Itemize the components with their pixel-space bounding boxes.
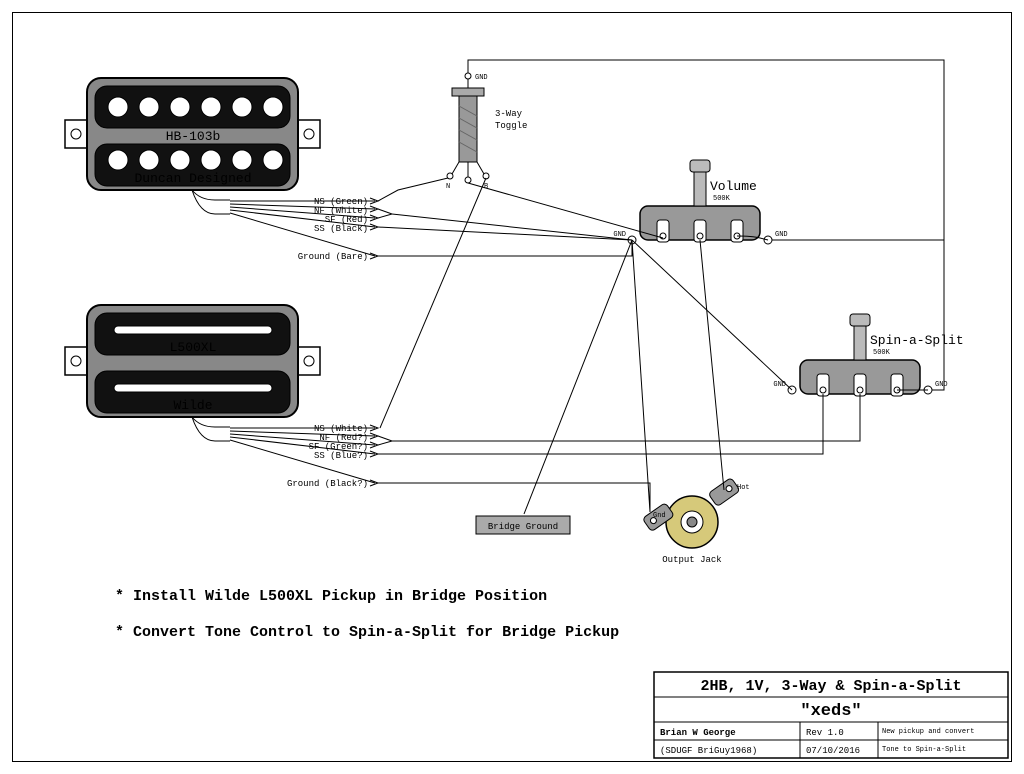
page: HB-103b Duncan Designed <box>0 0 1024 774</box>
frame-border <box>12 12 1012 762</box>
